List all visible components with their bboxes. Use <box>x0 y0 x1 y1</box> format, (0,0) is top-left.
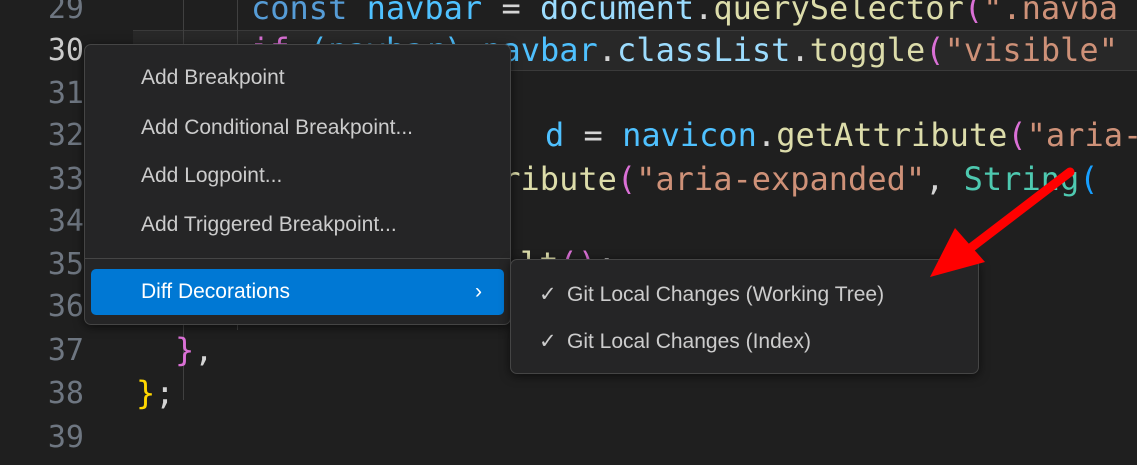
red-arrow-icon <box>930 167 1075 277</box>
